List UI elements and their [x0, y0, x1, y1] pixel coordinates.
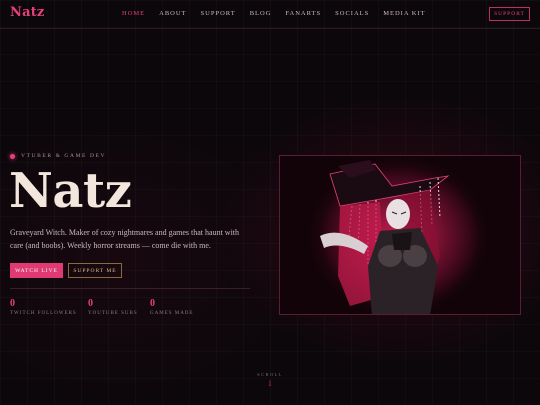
stat-label: YOUTUBE SUBS	[88, 311, 138, 316]
live-dot-icon	[10, 153, 15, 159]
stat-value: 0	[150, 298, 155, 309]
hero-character-art	[279, 155, 521, 315]
stat-label: GAMES MADE	[150, 311, 194, 316]
top-nav: Natz HOME ABOUT SUPPORT BLOG FANARTS SOC…	[0, 0, 540, 29]
hero-title: Natz	[9, 163, 132, 219]
nav-links: HOME ABOUT SUPPORT BLOG FANARTS SOCIALS …	[122, 10, 426, 17]
support-me-button[interactable]: SUPPORT ME	[68, 263, 122, 278]
watch-live-button[interactable]: WATCH LIVE	[10, 263, 63, 278]
nav-link-about[interactable]: ABOUT	[159, 10, 186, 17]
stat-value: 0	[88, 298, 93, 309]
witch-character-illustration	[320, 160, 480, 314]
nav-link-support[interactable]: SUPPORT	[201, 10, 236, 17]
scroll-hint-label: SCROLL	[257, 372, 283, 377]
stat-value: 0	[10, 298, 15, 309]
arrow-down-icon[interactable]: ↓	[262, 379, 278, 388]
stat-label: TWITCH FOLLOWERS	[10, 311, 77, 316]
hero-eyebrow-text: VTUBER & GAME DEV	[21, 153, 107, 159]
stat-twitch: 0 TWITCH FOLLOWERS	[10, 298, 77, 316]
hero-description: Graveyard Witch. Maker of cozy nightmare…	[10, 228, 240, 250]
stat-youtube: 0 YOUTUBE SUBS	[88, 298, 138, 316]
hero-eyebrow: VTUBER & GAME DEV	[10, 153, 106, 159]
stats-divider	[10, 288, 250, 289]
nav-link-socials[interactable]: SOCIALS	[335, 10, 369, 17]
site-logo[interactable]: Natz	[10, 5, 45, 20]
nav-link-blog[interactable]: BLOG	[250, 10, 272, 17]
nav-link-fanarts[interactable]: FANARTS	[285, 10, 321, 17]
nav-link-media-kit[interactable]: MEDIA KIT	[383, 10, 425, 17]
stat-games: 0 GAMES MADE	[150, 298, 193, 316]
nav-link-home[interactable]: HOME	[122, 10, 145, 17]
nav-support-button[interactable]: SUPPORT	[489, 7, 530, 21]
